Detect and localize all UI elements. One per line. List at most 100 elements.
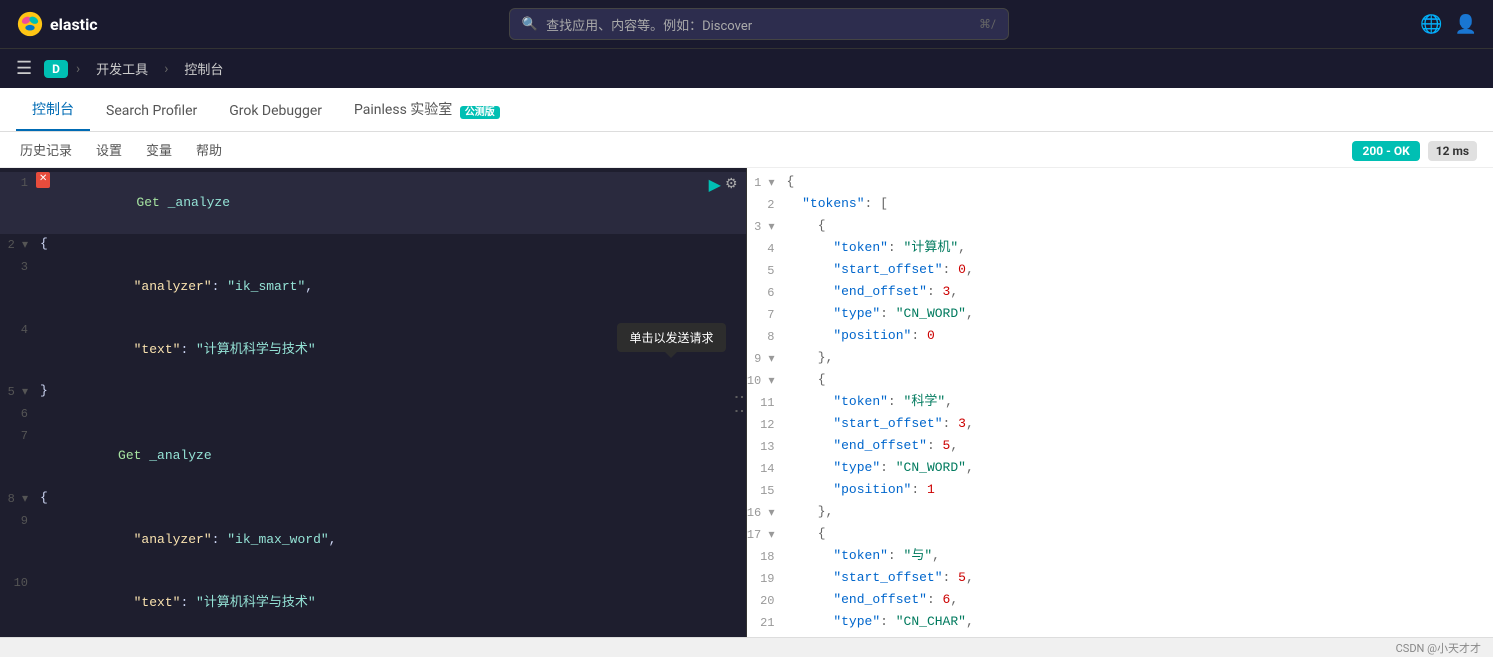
output-line-number-3: 3 ▾ xyxy=(747,216,783,237)
line-number-1: 1 xyxy=(0,172,36,193)
output-line-2: 2 "tokens": [ xyxy=(747,194,1493,216)
second-navigation-bar: ☰ D › 开发工具 › 控制台 xyxy=(0,48,1493,88)
output-line-14: 14 "type": "CN_WORD", xyxy=(747,458,1493,480)
breadcrumb-devtools[interactable]: 开发工具 xyxy=(88,57,156,80)
line-content-7[interactable]: Get _analyze xyxy=(36,425,746,487)
hamburger-menu-button[interactable]: ☰ xyxy=(12,54,36,83)
history-button[interactable]: 历史记录 xyxy=(16,136,76,163)
breadcrumb-console[interactable]: 控制台 xyxy=(176,57,231,80)
editor-line-2: 2 ▾ { xyxy=(0,234,746,256)
output-line-number-10: 10 ▾ xyxy=(747,370,783,391)
output-content-9: }, xyxy=(783,348,1493,369)
line-content-8[interactable]: { xyxy=(36,488,746,509)
sub-toolbar-left: 历史记录 设置 变量 帮助 xyxy=(16,136,226,163)
status-badge: 200 - OK xyxy=(1352,141,1419,161)
user-notification-icon[interactable]: 👤 xyxy=(1455,14,1477,35)
line-content-10[interactable]: "text": "计算机科学与技术" xyxy=(36,572,746,634)
help-button[interactable]: 帮助 xyxy=(192,136,226,163)
tab-search-profiler-label: Search Profiler xyxy=(106,103,197,119)
output-line-number-18: 18 xyxy=(747,546,783,567)
tabs-bar: 控制台 Search Profiler Grok Debugger Painle… xyxy=(0,88,1493,132)
output-line-12: 12 "start_offset": 3, xyxy=(747,414,1493,436)
tab-grok-debugger[interactable]: Grok Debugger xyxy=(213,93,338,131)
output-line-11: 11 "token": "科学", xyxy=(747,392,1493,414)
output-line-number-6: 6 xyxy=(747,282,783,303)
line-number-7: 7 xyxy=(0,425,36,446)
global-search-bar[interactable]: 🔍 查找应用、内容等。例如：Discover ⌘/ xyxy=(509,8,1009,40)
output-line-number-17: 17 ▾ xyxy=(747,524,783,545)
editor-line-6: 6 xyxy=(0,403,746,425)
output-line-18: 18 "token": "与", xyxy=(747,546,1493,568)
output-line-5: 5 "start_offset": 0, xyxy=(747,260,1493,282)
tab-painless-lab-label: Painless 实验室 xyxy=(354,102,452,118)
output-line-6: 6 "end_offset": 3, xyxy=(747,282,1493,304)
tab-console[interactable]: 控制台 xyxy=(16,89,90,131)
output-content-15: "position": 1 xyxy=(783,480,1493,501)
line-content-4[interactable]: "text": "计算机科学与技术" xyxy=(36,319,746,381)
output-content-6: "end_offset": 3, xyxy=(783,282,1493,303)
line-content-1[interactable]: Get _analyze xyxy=(54,172,708,234)
output-line-19: 19 "start_offset": 5, xyxy=(747,568,1493,590)
tab-search-profiler[interactable]: Search Profiler xyxy=(90,93,213,131)
line-number-6: 6 xyxy=(0,403,36,424)
output-line-21: 21 "type": "CN_CHAR", xyxy=(747,612,1493,634)
output-content-8: "position": 0 xyxy=(783,326,1493,347)
line-number-3: 3 xyxy=(0,256,36,277)
footer: CSDN @小天才才 xyxy=(0,637,1493,657)
output-content-16: }, xyxy=(783,502,1493,523)
output-content-13: "end_offset": 5, xyxy=(783,436,1493,457)
output-line-number-12: 12 xyxy=(747,414,783,435)
output-line-number-4: 4 xyxy=(747,238,783,259)
tab-grok-debugger-label: Grok Debugger xyxy=(229,103,322,119)
resize-dots-icon: ⋮⋮ xyxy=(733,389,747,417)
output-line-10: 10 ▾ { xyxy=(747,370,1493,392)
editor-line-1: 1 ✕ Get _analyze ▶ ⚙ xyxy=(0,172,746,234)
editor-panel[interactable]: 1 ✕ Get _analyze ▶ ⚙ 2 ▾ { 3 "analyze xyxy=(0,168,747,637)
line-content-9[interactable]: "analyzer": "ik_max_word", xyxy=(36,510,746,572)
output-line-number-15: 15 xyxy=(747,480,783,501)
output-line-number-2: 2 xyxy=(747,194,783,215)
line-content-3[interactable]: "analyzer": "ik_smart", xyxy=(36,256,746,318)
output-content-11: "token": "科学", xyxy=(783,392,1493,413)
editor-line-5: 5 ▾ } xyxy=(0,381,746,403)
output-panel: 1 ▾ { 2 "tokens": [ 3 ▾ { 4 "token": "计算… xyxy=(747,168,1493,637)
output-content-21: "type": "CN_CHAR", xyxy=(783,612,1493,633)
output-line-number-20: 20 xyxy=(747,590,783,611)
elastic-logo-text: elastic xyxy=(50,15,98,34)
variables-button[interactable]: 变量 xyxy=(142,136,176,163)
search-shortcut: ⌘/ xyxy=(979,17,996,31)
output-line-number-7: 7 xyxy=(747,304,783,325)
output-line-1: 1 ▾ { xyxy=(747,172,1493,194)
editor-area[interactable]: 1 ✕ Get _analyze ▶ ⚙ 2 ▾ { 3 "analyze xyxy=(0,168,746,637)
editor-line-10: 10 "text": "计算机科学与技术" xyxy=(0,572,746,634)
output-content-7: "type": "CN_WORD", xyxy=(783,304,1493,325)
settings-button[interactable]: 设置 xyxy=(92,136,126,163)
line-content-2[interactable]: { xyxy=(36,234,746,255)
global-search-container: 🔍 查找应用、内容等。例如：Discover ⌘/ xyxy=(114,8,1405,40)
output-line-number-1: 1 ▾ xyxy=(747,172,783,193)
editor-line-7: 7 Get _analyze xyxy=(0,425,746,487)
run-button-1[interactable]: ▶ xyxy=(709,174,721,200)
output-line-number-14: 14 xyxy=(747,458,783,479)
elastic-logo[interactable]: elastic xyxy=(16,10,98,38)
output-line-number-9: 9 ▾ xyxy=(747,348,783,369)
dev-badge[interactable]: D xyxy=(44,60,68,78)
top-navigation-bar: elastic 🔍 查找应用、内容等。例如：Discover ⌘/ 🌐 👤 xyxy=(0,0,1493,48)
output-line-20: 20 "end_offset": 6, xyxy=(747,590,1493,612)
error-indicator-1: ✕ xyxy=(36,172,50,188)
wrench-button-1[interactable]: ⚙ xyxy=(725,174,738,200)
output-content-20: "end_offset": 6, xyxy=(783,590,1493,611)
search-placeholder: 查找应用、内容等。例如：Discover xyxy=(546,15,971,34)
output-content-2: "tokens": [ xyxy=(783,194,1493,215)
status-container: 200 - OK 12 ms xyxy=(1352,140,1477,159)
resize-handle[interactable]: ⋮⋮ xyxy=(740,168,746,637)
main-content-area: 1 ✕ Get _analyze ▶ ⚙ 2 ▾ { 3 "analyze xyxy=(0,168,1493,637)
line-number-8: 8 ▾ xyxy=(0,488,36,509)
line-content-5[interactable]: } xyxy=(36,381,746,402)
breadcrumb-separator-2: › xyxy=(164,61,168,77)
output-line-7: 7 "type": "CN_WORD", xyxy=(747,304,1493,326)
tab-painless-lab[interactable]: Painless 实验室 公测版 xyxy=(338,89,516,131)
globe-icon[interactable]: 🌐 xyxy=(1420,14,1442,35)
output-content-18: "token": "与", xyxy=(783,546,1493,567)
method-keyword-1: Get xyxy=(136,195,167,210)
